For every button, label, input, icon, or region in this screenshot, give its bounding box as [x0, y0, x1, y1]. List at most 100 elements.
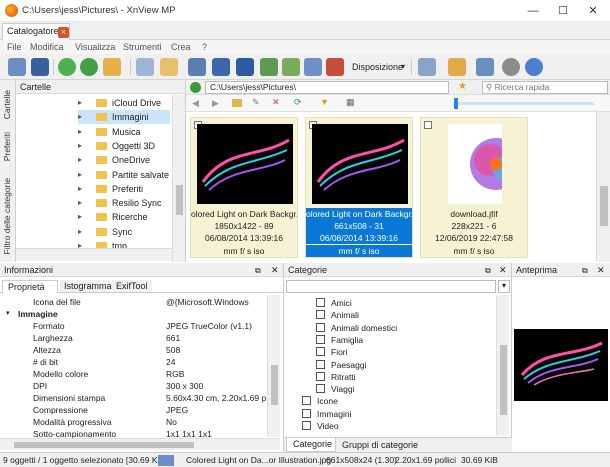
close-pane-icon[interactable]: ✕ — [597, 265, 605, 276]
new-folder-icon[interactable] — [232, 99, 242, 107]
chevron-right-icon[interactable]: ▸ — [78, 210, 82, 224]
thumbnail-item[interactable]: download.jfif 228x221 - 6 12/06/2019 22:47… — [420, 117, 528, 258]
chevron-right-icon[interactable]: ▸ — [78, 139, 82, 153]
batch-icon[interactable] — [260, 58, 278, 76]
convert-icon[interactable] — [282, 58, 300, 76]
delete-icon[interactable]: ✕ — [272, 97, 280, 108]
close-pane-icon[interactable]: ✕ — [271, 265, 279, 276]
tab-catalogatore[interactable]: Catalogatore × — [2, 23, 70, 40]
select-checkbox[interactable] — [424, 121, 432, 129]
folder-item[interactable]: ▸ Preferiti — [78, 182, 170, 196]
chevron-right-icon[interactable]: ▸ — [78, 225, 82, 239]
folders-hscrollbar[interactable] — [16, 248, 172, 261]
star-icon[interactable]: ★ — [458, 81, 467, 92]
category-search-input[interactable] — [286, 280, 496, 293]
close-window-button[interactable]: ✕ — [578, 0, 608, 22]
refresh-icon[interactable] — [58, 58, 76, 76]
tab-proprieta[interactable]: Proprietà — [2, 280, 58, 293]
wallpaper-icon[interactable] — [326, 58, 344, 76]
edit-icon[interactable]: ✎ — [252, 97, 260, 108]
sort-icon[interactable] — [448, 58, 466, 76]
info-scrollbar[interactable] — [267, 295, 280, 437]
save-icon[interactable] — [31, 58, 49, 76]
pin-icon[interactable]: ⧉ — [255, 266, 261, 276]
menu-strumenti[interactable]: Strumenti — [123, 42, 162, 52]
folders-scrollbar[interactable] — [172, 95, 185, 262]
tab-exiftool[interactable]: ExifTool — [112, 280, 152, 292]
sync-icon[interactable] — [80, 58, 98, 76]
chevron-right-icon[interactable]: ▸ — [78, 96, 82, 110]
binoculars-icon[interactable] — [188, 58, 206, 76]
category-checkbox[interactable] — [316, 347, 325, 357]
tab-preferiti[interactable]: Preferiti — [2, 132, 12, 161]
category-checkbox[interactable] — [316, 359, 325, 369]
next-icon[interactable]: ▶ — [212, 98, 219, 109]
folder-item[interactable]: ▸ Musica — [78, 125, 170, 139]
category-checkbox[interactable] — [316, 310, 325, 320]
network-icon[interactable] — [476, 58, 494, 76]
menu-file[interactable]: File — [7, 42, 22, 52]
thumbnail-item[interactable]: olored Light on Dark Backgr... 1850x1422 … — [190, 117, 298, 258]
tab-gruppi-categorie[interactable]: Gruppi di categorie — [342, 439, 418, 452]
folder-item[interactable]: ▸ OneDrive — [78, 153, 170, 167]
chevron-right-icon[interactable]: ▸ — [78, 182, 82, 196]
chevron-right-icon[interactable]: ▸ — [78, 168, 82, 182]
folder-up-icon[interactable] — [103, 58, 121, 76]
help-icon[interactable] — [525, 58, 543, 76]
chevron-right-icon[interactable]: ▸ — [78, 110, 82, 124]
settings-gear-icon[interactable] — [502, 58, 520, 76]
category-checkbox[interactable] — [302, 396, 311, 406]
info-hscrollbar[interactable] — [0, 438, 280, 450]
folder-item[interactable]: ▸ Immagini — [78, 110, 170, 125]
folder-item[interactable]: ▸ iCloud Drive — [78, 96, 170, 110]
prev-icon[interactable]: ◀ — [192, 98, 199, 109]
folder-item[interactable]: ▸ Oggetti 3D — [78, 139, 170, 153]
scan-icon[interactable] — [236, 58, 254, 76]
back-nav-icon[interactable] — [190, 82, 201, 93]
category-checkbox[interactable] — [316, 384, 325, 394]
menu-help[interactable]: ? — [202, 42, 207, 52]
chevron-down-icon[interactable]: ▾ — [6, 308, 10, 320]
category-checkbox[interactable] — [302, 421, 311, 430]
categories-scrollbar[interactable] — [496, 295, 509, 435]
pin-icon[interactable]: ⧉ — [582, 266, 588, 276]
quick-search-input[interactable]: ⚲ Ricerca rapida — [482, 81, 608, 94]
folder-item[interactable]: ▸ Resilio Sync — [78, 196, 170, 210]
category-checkbox[interactable] — [302, 408, 311, 418]
tab-istogramma[interactable]: Istogramma — [60, 280, 112, 292]
menu-visualizza[interactable]: Visualizza — [75, 42, 115, 52]
maximize-button[interactable]: ☐ — [548, 0, 578, 22]
copy-icon[interactable] — [136, 58, 154, 76]
close-tab-icon[interactable]: × — [58, 27, 69, 38]
folder-item[interactable]: ▸ Partite salvate — [78, 168, 170, 182]
view-icon[interactable] — [418, 58, 436, 76]
close-pane-icon[interactable]: ✕ — [499, 265, 507, 276]
browser-icon[interactable] — [8, 58, 26, 76]
tab-filtro-categorie[interactable]: Filtro delle categorie — [2, 178, 12, 255]
thumbnail-item[interactable]: olored Light on Dark Backgr... 661x508 - … — [305, 117, 413, 258]
grid-view-icon[interactable]: ▦ — [346, 97, 355, 108]
zoom-slider[interactable] — [454, 98, 458, 109]
tab-cartelle[interactable]: Cartelle — [2, 90, 12, 119]
category-checkbox[interactable] — [316, 298, 325, 307]
browser-scrollbar[interactable] — [596, 112, 610, 262]
chevron-down-icon[interactable]: ▾ — [401, 62, 405, 71]
print-icon[interactable] — [212, 58, 230, 76]
move-icon[interactable] — [160, 58, 178, 76]
chevron-right-icon[interactable]: ▸ — [78, 196, 82, 210]
tab-categorie[interactable]: Categorie — [286, 438, 336, 452]
filter-icon[interactable]: ▼ — [320, 97, 329, 107]
chevron-right-icon[interactable]: ▸ — [78, 125, 82, 139]
chevron-down-icon[interactable]: ▾ — [498, 280, 510, 293]
layout-dropdown[interactable]: Disposizione — [352, 62, 403, 72]
chevron-right-icon[interactable]: ▸ — [78, 153, 82, 167]
category-checkbox[interactable] — [316, 334, 325, 344]
category-checkbox[interactable] — [316, 322, 325, 332]
minimize-button[interactable]: — — [518, 0, 548, 22]
menu-modifica[interactable]: Modifica — [30, 42, 64, 52]
path-input[interactable]: C:\Users\jess\Pictures\ — [205, 81, 449, 94]
rotate-icon[interactable]: ⟳ — [294, 97, 302, 108]
slideshow-icon[interactable] — [304, 58, 322, 76]
folder-item[interactable]: ▸ Sync — [78, 225, 170, 239]
menu-crea[interactable]: Crea — [171, 42, 191, 52]
